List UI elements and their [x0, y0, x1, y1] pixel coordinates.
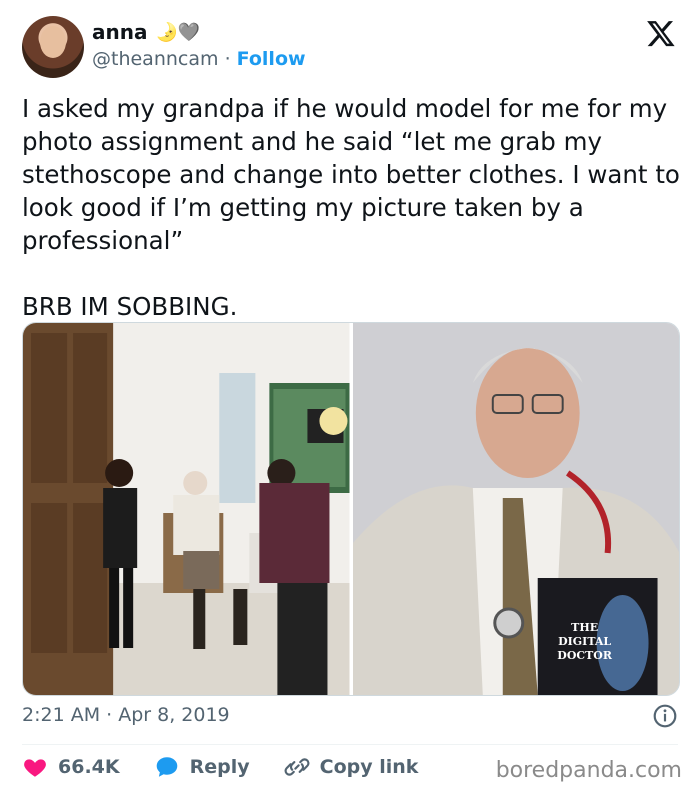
copy-link-label: Copy link	[319, 756, 419, 778]
tweet-timestamp[interactable]: 2:21 AM · Apr 8, 2019	[22, 704, 230, 726]
media-grid: THE DIGITAL DOCTOR	[22, 322, 680, 696]
speech-bubble-icon	[156, 757, 177, 777]
watermark: boredpanda.com	[495, 758, 682, 783]
like-button[interactable]: 66.4K	[22, 754, 120, 780]
info-icon[interactable]	[652, 703, 678, 729]
author-handle-row: @theanncam · Follow	[92, 48, 306, 70]
book-title-line3: DOCTOR	[557, 649, 613, 662]
avatar[interactable]	[22, 16, 84, 78]
photo-right-image: THE DIGITAL DOCTOR	[352, 323, 679, 695]
tweet-card: anna 🌛🩶 @theanncam · Follow I asked my g…	[0, 0, 700, 796]
author-name-row: anna 🌛🩶	[92, 20, 200, 44]
divider	[22, 744, 678, 745]
heart-icon	[24, 759, 46, 777]
follow-button[interactable]: Follow	[237, 48, 306, 70]
photo-right[interactable]: THE DIGITAL DOCTOR	[352, 323, 679, 695]
link-icon	[284, 758, 310, 776]
reply-button[interactable]: Reply	[154, 754, 250, 780]
tweet-text: I asked my grandpa if he would model for…	[22, 92, 682, 323]
reply-label: Reply	[189, 756, 250, 778]
tweet-paragraph: BRB IM SOBBING.	[22, 292, 238, 321]
copy-link-button[interactable]: Copy link	[284, 754, 419, 780]
handle-separator: ·	[224, 48, 231, 70]
action-bar: 66.4K Reply Copy link	[22, 754, 452, 780]
book-title-line1: THE	[571, 621, 598, 634]
photo-left[interactable]	[23, 323, 350, 695]
author-handle[interactable]: @theanncam	[92, 48, 219, 70]
book-title-line2: DIGITAL	[558, 635, 611, 648]
author-emoji: 🌛🩶	[155, 21, 201, 43]
x-logo-icon[interactable]	[646, 18, 676, 48]
like-count: 66.4K	[58, 756, 120, 778]
photo-left-image	[23, 323, 350, 695]
tweet-paragraph: I asked my grandpa if he would model for…	[22, 94, 680, 255]
author-name[interactable]: anna	[92, 20, 147, 44]
